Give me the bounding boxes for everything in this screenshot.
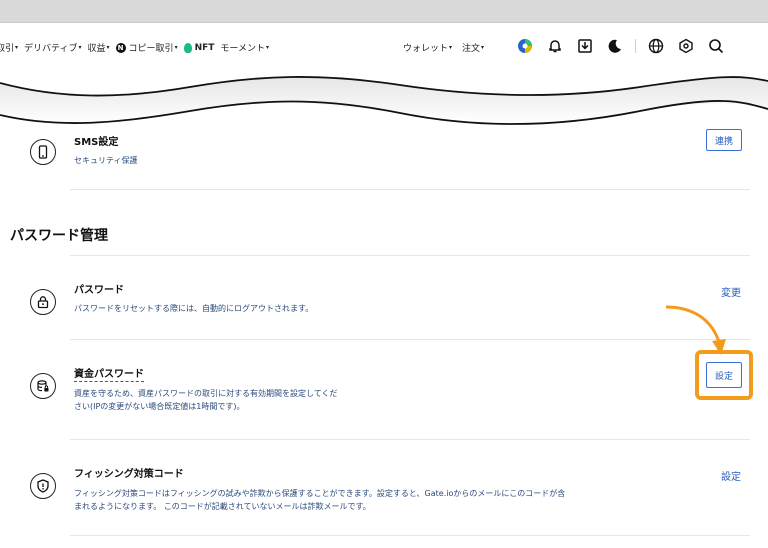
divider [70, 535, 750, 536]
nav-item-label: NFT [194, 42, 215, 53]
anti-phishing-title: フィッシング対策コード [74, 469, 184, 480]
section-title: パスワード管理 [10, 228, 108, 244]
globe-icon [648, 38, 664, 54]
nav-item-moments[interactable]: モーメント ▾ [220, 41, 269, 54]
nav-item-label: 注文 [462, 44, 481, 54]
nav-account: ウォレット ▾ 注文 ▾ [403, 41, 494, 54]
fund-password-icon-circle [30, 373, 56, 399]
download-icon [578, 39, 592, 53]
nav-item-copy-trading[interactable]: N コピー取引 ▾ [115, 41, 178, 54]
theme-toggle-button[interactable] [605, 36, 625, 56]
sms-title: SMS設定 [74, 137, 119, 148]
nav-item-orders[interactable]: 注文 ▾ [462, 41, 484, 54]
notification-button[interactable] [545, 36, 565, 56]
phone-icon [38, 145, 48, 159]
fund-password-desc-line1: 資産を守るため、資産パスワードの取引に対する有効期間を設定してくだ [74, 389, 338, 398]
top-nav: 取引▾ デリバティブ▾ 収益▾ Nコピー取引▾ NFT モーメント▾ ウォレット… [0, 23, 768, 73]
language-button[interactable] [646, 36, 666, 56]
chevron-down-icon: ▾ [78, 44, 82, 51]
fund-password-desc-line2: さい(IPの変更がない場合既定値は1時間です)。 [74, 402, 245, 411]
browser-page: 取引▾ デリバティブ▾ 収益▾ Nコピー取引▾ NFT モーメント▾ ウォレット… [0, 22, 768, 548]
nav-item-label: コピー取引 [128, 44, 174, 54]
chevron-down-icon: ▾ [106, 44, 110, 51]
chevron-down-icon: ▾ [15, 44, 19, 51]
anti-phishing-desc: フィッシング対策コードはフィッシングの試みや詐欺から保護することができます。設定… [74, 487, 565, 513]
moon-icon [608, 39, 621, 53]
divider [70, 339, 750, 340]
chevron-down-icon: ▾ [174, 44, 178, 51]
copy-trading-logo-icon: N [115, 42, 126, 53]
nav-item-wallet[interactable]: ウォレット ▾ [403, 41, 452, 54]
sms-link-button[interactable]: 連携 [706, 129, 742, 151]
password-desc: パスワードをリセットする際には、自動的にログアウトされます。 [74, 304, 314, 313]
password-title: パスワード [74, 285, 124, 296]
sms-icon-circle [30, 139, 56, 165]
search-button[interactable] [706, 36, 726, 56]
nav-item-earn[interactable]: 収益 ▾ [88, 41, 110, 54]
nav-divider [635, 39, 636, 53]
chevron-down-icon: ▾ [481, 44, 485, 51]
nav-icons [515, 36, 736, 56]
password-icon-circle [30, 289, 56, 315]
fund-password-desc: 資産を守るため、資産パスワードの取引に対する有効期間を設定してくだ さい(IPの… [74, 387, 338, 413]
nav-menu: 取引▾ デリバティブ▾ 収益▾ Nコピー取引▾ NFT モーメント▾ [0, 41, 275, 54]
nav-item-label: 収益 [87, 44, 106, 54]
divider [70, 439, 750, 440]
anti-phishing-icon-circle [30, 473, 56, 499]
nft-leaf-icon [183, 42, 192, 53]
avatar-icon [518, 39, 532, 53]
change-password-button[interactable]: 変更 [721, 284, 741, 299]
shield-icon [37, 479, 49, 493]
lock-icon [37, 296, 49, 309]
arrow-pointer-icon [665, 305, 726, 355]
sms-desc: セキュリティ保護 [74, 156, 138, 165]
nav-item-label: ウォレット [403, 44, 449, 54]
chevron-down-icon: ▾ [266, 44, 270, 51]
download-button[interactable] [575, 36, 595, 56]
chevron-down-icon: ▾ [449, 44, 453, 51]
settings-hex-icon [679, 38, 693, 54]
database-lock-icon [37, 380, 49, 392]
wave-separator [0, 76, 768, 125]
nav-item-label: モーメント [220, 44, 266, 54]
avatar[interactable] [515, 36, 535, 56]
nav-item-trade[interactable]: 取引▾ [0, 41, 18, 54]
nav-item-nft[interactable]: NFT [183, 42, 215, 53]
search-icon [709, 39, 724, 54]
fund-password-title: 資金パスワード [74, 369, 144, 382]
anti-phishing-desc-line2: まれるようになります。 このコードが記載されていないメールは詐欺メールです。 [74, 502, 371, 511]
bell-icon [549, 40, 561, 53]
nav-item-label: デリバティブ [24, 44, 78, 54]
nav-item-derivatives[interactable]: デリバティブ ▾ [24, 41, 81, 54]
nav-item-label: 取引 [0, 44, 15, 54]
divider [70, 189, 750, 190]
set-anti-phishing-button[interactable]: 設定 [721, 468, 741, 483]
fund-password-title-wrap: 資金パスワード [74, 365, 144, 382]
anti-phishing-desc-line1: フィッシング対策コードはフィッシングの試みや詐欺から保護することができます。設定… [74, 489, 566, 498]
settings-button[interactable] [676, 36, 696, 56]
divider [70, 255, 750, 256]
